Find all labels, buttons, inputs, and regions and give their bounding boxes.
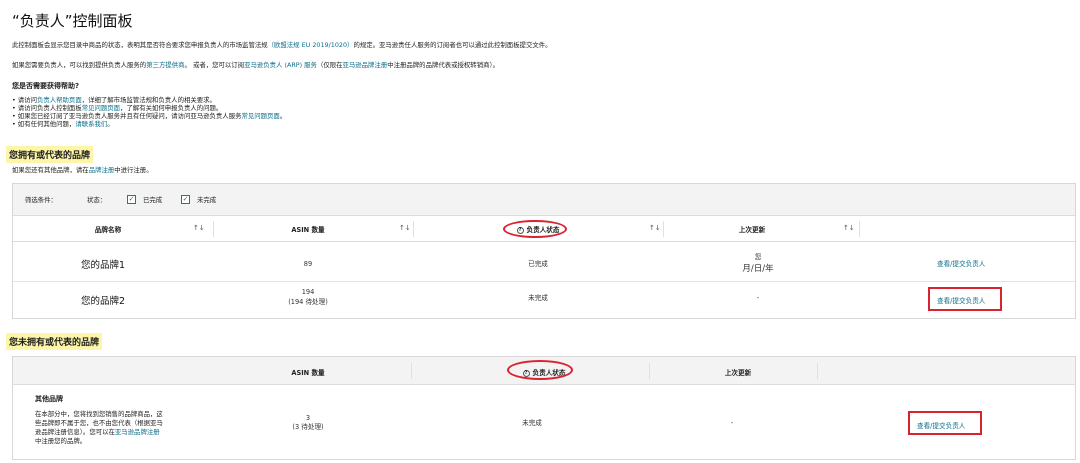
sort-icon[interactable]: ↑↓ (399, 224, 411, 232)
other-brands-desc: 中注册您的品牌。 (35, 437, 87, 445)
arp-service-link[interactable]: 亚马逊负责人 (ARP) 服务 (244, 61, 317, 69)
asin-count: 89 (303, 260, 313, 268)
help-text: ，详细了解市场监管法规和负责人的相关要求。 (81, 96, 216, 104)
intro-text: 如果您需要负责人，可以找到提供负责人服务的 (12, 61, 147, 69)
help-text: 。 (279, 112, 287, 120)
other-brands-desc: 逊品牌注册信息）。您可以在亚马逊品牌注册 (35, 428, 160, 436)
other-brands-title: 其他品牌 (35, 395, 63, 403)
help-page-link[interactable]: 负责人帮助页面 (37, 96, 82, 104)
page-title: “负责人”控制面板 (12, 12, 133, 30)
help-item: • 如有任何其他问题，请联系我们。 (12, 120, 114, 128)
help-text: • 如有任何其他问题， (12, 120, 76, 128)
help-heading: 您是否需要获得帮助? (12, 82, 80, 90)
view-submit-responsible-link[interactable]: 查看/提交负责人 (937, 258, 985, 268)
eu-regulation-link[interactable]: （欧盟法规 EU 2019/1020） (268, 41, 354, 49)
asin-pending: (194 待处理) (288, 298, 328, 306)
column-divider (817, 363, 818, 379)
responsible-status: 已完成 (528, 260, 548, 268)
column-divider (859, 221, 860, 237)
brand-name: 您的品牌1 (81, 260, 126, 271)
column-last-updated[interactable]: 上次更新 (683, 367, 793, 377)
completed-checkbox[interactable]: ✓ (127, 195, 136, 204)
column-asin-count[interactable]: ASIN 数量 (253, 224, 363, 234)
intro-text: 此控制面板会显示您目录中商品的状态，表明其是否符合要求您申报负责人的市场监管法规 (12, 41, 268, 49)
completed-checkbox-label: 已完成 (143, 196, 163, 204)
help-text: • 如果您已经订阅了亚马逊负责人服务并且有任何疑问，请访问亚马逊负责人服务 (12, 112, 242, 120)
last-updated-date: 月/日/年 (742, 264, 774, 274)
annotation-oval (503, 220, 567, 238)
other-brands-desc: 在本部分中，您将找到您销售的品牌商品，这 (35, 410, 163, 418)
third-party-provider-link[interactable]: 第三方提供商 (146, 61, 184, 69)
filter-label: 筛选条件： (25, 196, 57, 204)
incomplete-checkbox-label: 未完成 (197, 196, 217, 204)
column-asin-count[interactable]: ASIN 数量 (263, 367, 353, 377)
status-filter-label: 状态： (87, 196, 107, 204)
help-item: • 请访问负责人帮助页面，详细了解市场监管法规和负责人的相关要求。 (12, 96, 216, 104)
column-brand-name[interactable]: 品牌名称 (53, 224, 163, 234)
annotation-oval (507, 360, 573, 380)
asin-pending: (3 待处理) (292, 423, 324, 431)
help-item: • 如果您已经订阅了亚马逊负责人服务并且有任何疑问，请访问亚马逊负责人服务常见问… (12, 112, 286, 120)
sort-icon[interactable]: ↑↓ (649, 224, 661, 232)
column-divider (213, 221, 214, 237)
responsible-status: 未完成 (528, 294, 548, 302)
brand-registry-link[interactable]: 亚马逊品牌注册 (343, 61, 388, 69)
other-brands-desc: 些品牌即不属于您，也不由您代表（根据亚马 (35, 419, 163, 427)
intro-text: 。 或者，您可以订阅 (184, 61, 245, 69)
owned-brands-heading: 您拥有或代表的品牌 (6, 146, 94, 163)
unowned-brands-heading: 您未拥有或代表的品牌 (6, 333, 103, 350)
last-updated-line1: 您 (754, 253, 762, 261)
intro-line-1: 此控制面板会显示您目录中商品的状态，表明其是否符合要求您申报负责人的市场监管法规… (12, 41, 552, 49)
responsible-status: 未完成 (522, 419, 542, 427)
brand-registry-link[interactable]: 亚马逊品牌注册 (115, 428, 160, 436)
help-text: • 请访问 (12, 96, 37, 104)
subtext: 中进行注册。 (114, 166, 153, 174)
help-text: ，了解有关如何申报负责人的问题。 (120, 104, 223, 112)
desc-text: 逊品牌注册信息）。您可以在 (35, 428, 115, 436)
contact-us-link[interactable]: 请联系我们 (75, 120, 107, 128)
column-last-updated[interactable]: 上次更新 (697, 224, 807, 234)
column-divider (663, 221, 664, 237)
faq-link[interactable]: 常见问题页面 (82, 104, 120, 112)
arp-faq-link[interactable]: 常见问题页面 (241, 112, 279, 120)
owned-brands-table: 筛选条件： 状态： ✓ 已完成 ✓ 未完成 品牌名称 ↑↓ ASIN 数量 ↑↓… (12, 183, 1076, 319)
brand-registry-link[interactable]: 品牌注册 (89, 166, 115, 174)
column-divider (411, 363, 412, 379)
page: “负责人”控制面板 此控制面板会显示您目录中商品的状态，表明其是否符合要求您申报… (0, 0, 1080, 463)
brand-name: 您的品牌2 (81, 296, 126, 307)
asin-count: 194 (301, 288, 315, 296)
subtext: 如果您还有其他品牌，请在 (12, 166, 89, 174)
intro-text: 中注册品牌的品牌代表或授权转销商）。 (387, 61, 500, 69)
annotation-box (928, 287, 1002, 311)
asin-count: 3 (305, 414, 311, 422)
filter-bar: 筛选条件： 状态： ✓ 已完成 ✓ 未完成 (13, 184, 1075, 216)
help-item: • 请访问负责人控制面板常见问题页面，了解有关如何申报负责人的问题。 (12, 104, 222, 112)
sort-icon[interactable]: ↑↓ (193, 224, 205, 232)
intro-text: 的规定。亚马逊责任人服务的订阅者也可以通过此控制面板提交文件。 (353, 41, 552, 49)
last-updated: - (730, 419, 734, 427)
owned-brands-subtext: 如果您还有其他品牌，请在品牌注册中进行注册。 (12, 166, 153, 174)
sort-icon[interactable]: ↑↓ (843, 224, 855, 232)
column-divider (649, 363, 650, 379)
row-divider (13, 281, 1075, 282)
annotation-box (908, 411, 982, 435)
intro-text: （仅限在 (316, 61, 343, 69)
column-divider (413, 221, 414, 237)
intro-line-2: 如果您需要负责人，可以找到提供负责人服务的第三方提供商。 或者，您可以订阅亚马逊… (12, 61, 499, 69)
incomplete-checkbox[interactable]: ✓ (181, 195, 190, 204)
help-text: • 请访问负责人控制面板 (12, 104, 82, 112)
last-updated: - (756, 294, 760, 302)
help-text: 。 (107, 120, 114, 128)
